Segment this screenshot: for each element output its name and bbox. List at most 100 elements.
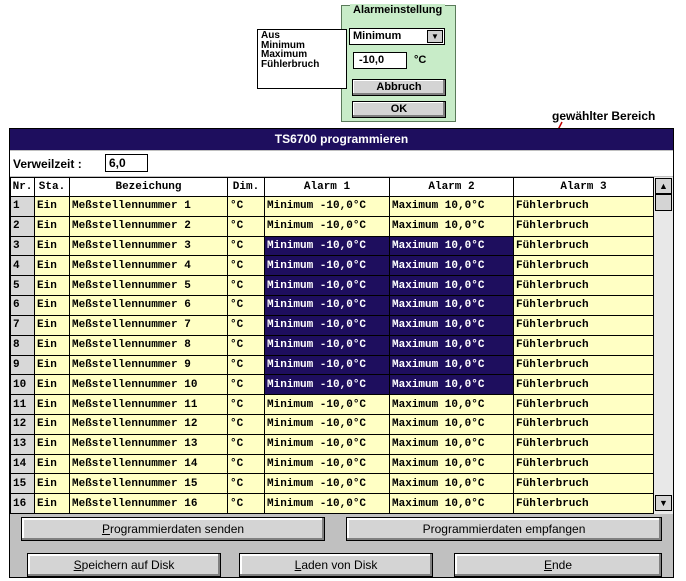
col-description-cell[interactable]: Meßstellennummer 10 (69, 374, 228, 396)
vertical-scrollbar[interactable]: ▲ ▼ (653, 177, 673, 514)
col-status-cell[interactable]: Ein (34, 453, 70, 475)
col-alarm-1-cell[interactable]: Minimum -10,0°C (264, 334, 390, 356)
col-alarm-3-cell[interactable]: Fühlerbruch (513, 235, 654, 257)
col-alarm-2-cell[interactable]: Maximum 10,0°C (389, 493, 514, 514)
col-dimension-cell[interactable]: °C (227, 235, 265, 257)
table-row[interactable]: 11 Ein Meßstellennummer 11 °C Minimum -10,0°… (10, 394, 654, 415)
col-nr-cell[interactable]: 4 (10, 255, 35, 277)
col-dimension-cell[interactable]: °C (227, 374, 265, 396)
col-description-cell[interactable]: Meßstellennummer 5 (69, 275, 228, 297)
col-nr-cell[interactable]: 15 (10, 473, 35, 495)
alarm-type-select[interactable]: Minimum ▼ (349, 28, 445, 45)
col-description-cell[interactable]: Meßstellennummer 4 (69, 255, 228, 277)
col-alarm-2-cell[interactable]: Maximum 10,0°C (389, 275, 514, 297)
col-alarm-3-cell[interactable]: Fühlerbruch (513, 255, 654, 277)
col-status-cell[interactable]: Ein (34, 374, 70, 396)
col-alarm-1-cell[interactable]: Minimum -10,0°C (264, 235, 390, 257)
col-dimension-cell[interactable]: °C (227, 453, 265, 475)
col-alarm-2-cell[interactable]: Maximum 10,0°C (389, 433, 514, 455)
table-row[interactable]: 16 Ein Meßstellennummer 16 °C Minimum -10,0°… (10, 493, 654, 514)
col-alarm-1-cell[interactable]: Minimum -10,0°C (264, 354, 390, 376)
col-status-cell[interactable]: Ein (34, 394, 70, 415)
col-dimension-cell[interactable]: °C (227, 354, 265, 376)
col-alarm-2-cell[interactable]: Maximum 10,0°C (389, 394, 514, 415)
col-alarm-1-cell[interactable]: Minimum -10,0°C (264, 295, 390, 316)
table-row[interactable]: 8 Ein Meßstellennummer 8 °C Minimum -10,0°C M… (10, 334, 654, 356)
col-description-cell[interactable]: Meßstellennummer 3 (69, 235, 228, 257)
arrow-up-icon[interactable]: ▲ (655, 178, 672, 194)
arrow-down-icon[interactable]: ▼ (655, 495, 672, 511)
col-dimension-cell[interactable]: °C (227, 394, 265, 415)
col-alarm-2-cell[interactable]: Maximum 10,0°C (389, 295, 514, 316)
alarm-type-list[interactable]: Aus Minimum Maximum Fühlerbruch (257, 29, 347, 89)
dwell-time-input[interactable]: 6,0 (105, 154, 148, 172)
col-status-cell[interactable]: Ein (34, 473, 70, 495)
col-alarm-3-cell[interactable]: Fühlerbruch (513, 413, 654, 435)
col-alarm-1-cell[interactable]: Minimum -10,0°C (264, 493, 390, 514)
receive-data-button[interactable]: Programmierdaten empfangen (346, 517, 662, 541)
col-description-cell[interactable]: Meßstellennummer 13 (69, 433, 228, 455)
col-alarm-3-cell[interactable]: Fühlerbruch (513, 433, 654, 455)
col-alarm-2-cell[interactable]: Maximum 10,0°C (389, 453, 514, 475)
col-nr-cell[interactable]: 5 (10, 275, 35, 297)
col-dimension-cell[interactable]: °C (227, 295, 265, 316)
col-status-cell[interactable]: Ein (34, 413, 70, 435)
col-alarm-2-cell[interactable]: Maximum 10,0°C (389, 473, 514, 495)
col-nr-cell[interactable]: 16 (10, 493, 35, 514)
col-dimension-cell[interactable]: °C (227, 473, 265, 495)
col-dimension-cell[interactable]: °C (227, 196, 265, 217)
col-alarm-1-cell[interactable]: Minimum -10,0°C (264, 255, 390, 277)
col-nr-cell[interactable]: 14 (10, 453, 35, 475)
load-from-disk-button[interactable]: Laden von Disk (239, 553, 433, 577)
col-alarm-3-cell[interactable]: Fühlerbruch (513, 196, 654, 217)
col-alarm-3-cell[interactable]: Fühlerbruch (513, 275, 654, 297)
col-nr-cell[interactable]: 10 (10, 374, 35, 396)
col-alarm-3-cell[interactable]: Fühlerbruch (513, 215, 654, 237)
send-data-button[interactable]: Programmierdaten senden (21, 517, 325, 541)
col-alarm-1-cell[interactable]: Minimum -10,0°C (264, 196, 390, 217)
col-alarm-2-cell[interactable]: Maximum 10,0°C (389, 255, 514, 277)
table-row[interactable]: 14 Ein Meßstellennummer 14 °C Minimum -10,0°… (10, 453, 654, 475)
col-status-cell[interactable]: Ein (34, 314, 70, 336)
col-alarm-1-cell[interactable]: Minimum -10,0°C (264, 433, 390, 455)
col-description-cell[interactable]: Meßstellennummer 15 (69, 473, 228, 495)
col-alarm-3-cell[interactable]: Fühlerbruch (513, 473, 654, 495)
col-nr-cell[interactable]: 2 (10, 215, 35, 237)
col-alarm-2-cell[interactable]: Maximum 10,0°C (389, 196, 514, 217)
col-nr-cell[interactable]: 8 (10, 334, 35, 356)
col-nr-cell[interactable]: 13 (10, 433, 35, 455)
col-dimension-cell[interactable]: °C (227, 413, 265, 435)
table-row[interactable]: 12 Ein Meßstellennummer 12 °C Minimum -10,0°… (10, 413, 654, 435)
col-nr-cell[interactable]: 1 (10, 196, 35, 217)
col-status-cell[interactable]: Ein (34, 255, 70, 277)
table-row[interactable]: 9 Ein Meßstellennummer 9 °C Minimum -10,0°C M… (10, 354, 654, 376)
col-nr-cell[interactable]: 12 (10, 413, 35, 435)
col-description-cell[interactable]: Meßstellennummer 9 (69, 354, 228, 376)
col-alarm-3-cell[interactable]: Fühlerbruch (513, 374, 654, 396)
col-alarm-2-cell[interactable]: Maximum 10,0°C (389, 314, 514, 336)
col-nr-cell[interactable]: 7 (10, 314, 35, 336)
col-dimension-cell[interactable]: °C (227, 275, 265, 297)
chevron-down-icon[interactable]: ▼ (427, 30, 443, 43)
col-alarm-2-cell[interactable]: Maximum 10,0°C (389, 215, 514, 237)
col-nr-cell[interactable]: 3 (10, 235, 35, 257)
col-nr-cell[interactable]: 11 (10, 394, 35, 415)
col-alarm-3-cell[interactable]: Fühlerbruch (513, 493, 654, 514)
col-description-cell[interactable]: Meßstellennummer 16 (69, 493, 228, 514)
col-dimension-cell[interactable]: °C (227, 314, 265, 336)
col-status-cell[interactable]: Ein (34, 334, 70, 356)
col-nr-cell[interactable]: 6 (10, 295, 35, 316)
col-dimension-cell[interactable]: °C (227, 493, 265, 514)
end-button[interactable]: Ende (454, 553, 662, 577)
col-alarm-3-cell[interactable]: Fühlerbruch (513, 453, 654, 475)
col-alarm-1-cell[interactable]: Minimum -10,0°C (264, 394, 390, 415)
ok-button[interactable]: OK (352, 101, 446, 118)
col-alarm-1-cell[interactable]: Minimum -10,0°C (264, 275, 390, 297)
table-row[interactable]: 15 Ein Meßstellennummer 15 °C Minimum -10,0°… (10, 473, 654, 495)
col-dimension-cell[interactable]: °C (227, 215, 265, 237)
col-alarm-3-cell[interactable]: Fühlerbruch (513, 295, 654, 316)
col-dimension-cell[interactable]: °C (227, 433, 265, 455)
col-description-cell[interactable]: Meßstellennummer 14 (69, 453, 228, 475)
col-alarm-2-cell[interactable]: Maximum 10,0°C (389, 235, 514, 257)
save-to-disk-button[interactable]: Speichern auf Disk (27, 553, 221, 577)
